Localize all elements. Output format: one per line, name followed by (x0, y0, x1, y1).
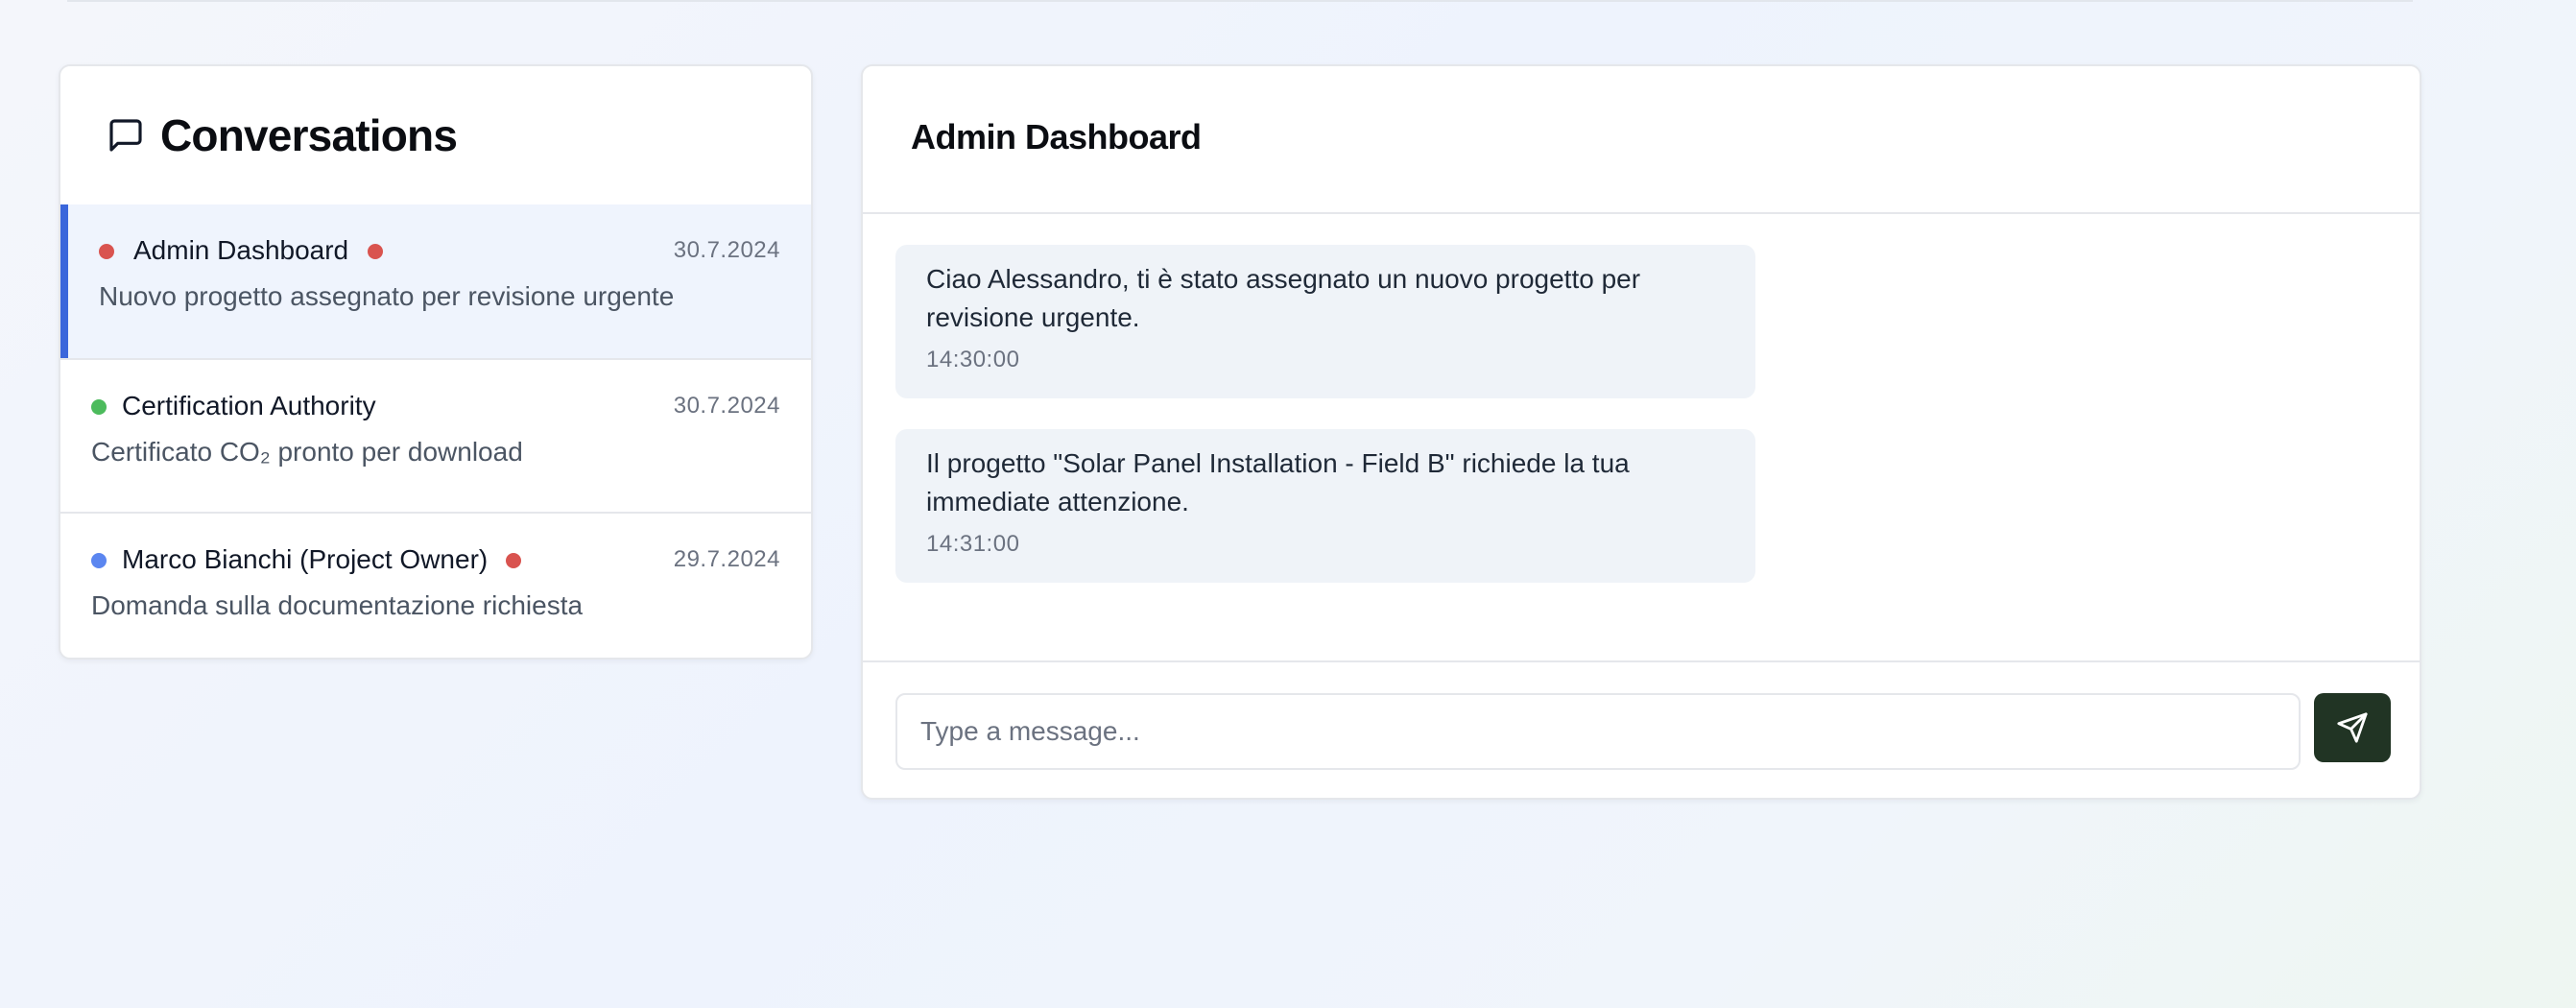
conversation-name: Certification Authority (122, 391, 376, 420)
unread-indicator (506, 553, 521, 568)
chat-header: Admin Dashboard (863, 66, 2420, 214)
message-composer (863, 660, 2420, 798)
message-bubble: Ciao Alessandro, ti è stato assegnato un… (895, 245, 1755, 398)
unread-indicator (368, 244, 383, 259)
top-divider (67, 0, 2413, 2)
message-time: 14:31:00 (926, 531, 1020, 557)
message-time: 14:30:00 (926, 347, 1020, 372)
conversations-title: Conversations (160, 110, 458, 160)
message-text: Ciao Alessandro, ti è stato assegnato un… (926, 264, 1641, 332)
conversation-preview: Certificato CO₂ pronto per download (91, 437, 523, 467)
conversation-date: 29.7.2024 (673, 546, 780, 572)
conversation-item-marco-bianchi[interactable]: Marco Bianchi (Project Owner) 29.7.2024 … (60, 512, 811, 658)
send-button[interactable] (2314, 693, 2391, 762)
status-dot (91, 553, 107, 568)
conversation-item-admin-dashboard[interactable]: Admin Dashboard 30.7.2024 Nuovo progetto… (60, 204, 811, 358)
conversation-name: Admin Dashboard (133, 235, 349, 265)
conversation-date: 30.7.2024 (673, 237, 780, 263)
conversations-header: Conversations (60, 66, 811, 204)
conversation-item-certification-authority[interactable]: Certification Authority 30.7.2024 Certif… (60, 358, 811, 512)
status-dot (91, 399, 107, 415)
conversation-preview: Nuovo progetto assegnato per revisione u… (99, 281, 675, 311)
conversation-name: Marco Bianchi (Project Owner) (122, 544, 489, 574)
chat-title: Admin Dashboard (911, 117, 1202, 156)
status-dot (99, 244, 114, 259)
conversation-preview: Domanda sulla documentazione richiesta (91, 590, 584, 620)
chat-bubble-icon (109, 119, 142, 152)
message-text: Il progetto "Solar Panel Installation - … (926, 448, 1630, 516)
message-bubble: Il progetto "Solar Panel Installation - … (895, 429, 1755, 583)
conversation-date: 30.7.2024 (673, 393, 780, 419)
chat-panel: Admin Dashboard Ciao Alessandro, ti è st… (861, 64, 2421, 800)
message-input[interactable] (895, 693, 2301, 770)
conversations-panel: Conversations Admin Dashboard 30.7.2024 … (59, 64, 813, 660)
send-icon (2337, 712, 2368, 743)
